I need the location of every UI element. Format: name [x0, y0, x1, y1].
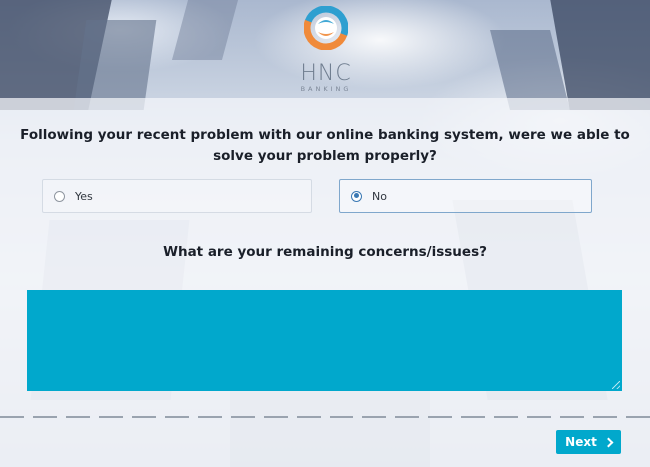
progress-step [560, 416, 585, 418]
progress-step [626, 416, 650, 418]
progress-step [494, 416, 519, 418]
progress-step [98, 416, 123, 418]
logo-mark-icon [304, 6, 348, 50]
progress-step [230, 416, 255, 418]
progress-step [0, 416, 24, 418]
progress-step [65, 416, 90, 418]
option-no-label: No [372, 189, 387, 203]
option-yes[interactable]: Yes [42, 179, 312, 213]
concerns-textarea[interactable] [27, 290, 622, 391]
option-yes-label: Yes [75, 189, 93, 203]
option-no[interactable]: No [339, 179, 592, 213]
progress-step [164, 416, 189, 418]
next-button-label: Next [565, 435, 597, 449]
progress-step [197, 416, 222, 418]
next-button[interactable]: Next [556, 430, 621, 454]
progress-step [329, 416, 354, 418]
resize-grip-icon[interactable] [612, 381, 620, 389]
progress-step [593, 416, 618, 418]
progress-step [395, 416, 420, 418]
brand-subtitle: BANKING [300, 85, 352, 93]
question-1-text: Following your recent problem with our o… [20, 127, 630, 164]
progress-step [428, 416, 453, 418]
progress-step [32, 416, 57, 418]
radio-checked-icon[interactable] [351, 190, 362, 202]
brand-logo: HNC BANKING [290, 6, 362, 93]
progress-step [131, 416, 156, 418]
chevron-right-icon [603, 437, 614, 448]
progress-step [527, 416, 552, 418]
progress-indicator [0, 416, 650, 419]
brand-name: HNC [300, 61, 352, 86]
progress-step [461, 416, 486, 418]
progress-step [263, 416, 288, 418]
progress-step [362, 416, 387, 418]
progress-step [296, 416, 321, 418]
radio-unchecked-icon[interactable] [54, 190, 65, 202]
question-2-text: What are your remaining concerns/issues? [163, 244, 487, 260]
